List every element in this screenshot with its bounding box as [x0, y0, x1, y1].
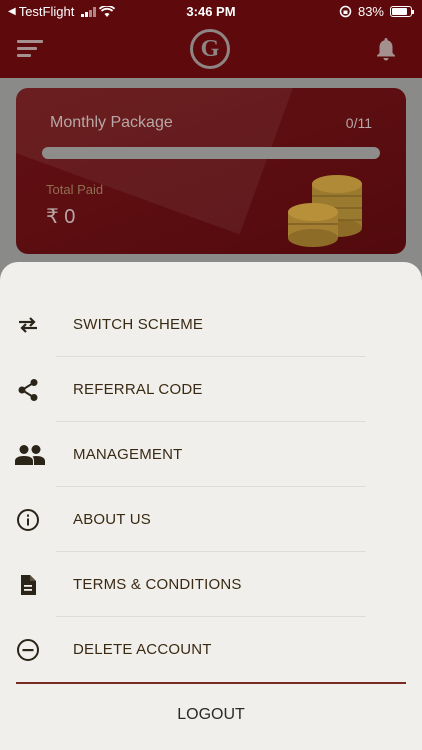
menu-item-switch-scheme[interactable]: SWITCH SCHEME	[0, 292, 422, 357]
people-icon	[14, 442, 46, 468]
battery-percent: 83%	[357, 4, 384, 19]
logo-letter: G	[200, 35, 220, 62]
menu-item-label: TERMS & CONDITIONS	[73, 576, 242, 593]
share-icon	[15, 377, 41, 403]
menu-sheet: SWITCH SCHEME REFERRAL CODE MANAGEMENT A…	[0, 262, 422, 750]
package-progress-bar	[42, 147, 380, 159]
menu-item-label: DELETE ACCOUNT	[73, 641, 212, 658]
info-icon	[15, 507, 41, 533]
total-paid-label: Total Paid	[46, 182, 104, 197]
status-bar: ◀ TestFlight 3:46 PM 83%	[0, 0, 422, 24]
menu-item-label: MANAGEMENT	[73, 446, 183, 463]
app-header: G	[0, 24, 422, 78]
logout-separator	[16, 682, 406, 684]
menu-item-label: SWITCH SCHEME	[73, 316, 204, 333]
orientation-lock-icon	[339, 5, 352, 18]
monthly-package-card[interactable]: Monthly Package 0/11 Total Paid ₹ 0	[16, 88, 406, 254]
app-logo: G	[190, 29, 230, 69]
menu-item-label: ABOUT US	[73, 511, 152, 528]
menu-item-label: REFERRAL CODE	[73, 381, 203, 398]
menu-icon[interactable]	[17, 40, 43, 60]
minus-circle-icon	[15, 637, 41, 663]
menu-item-delete-account[interactable]: DELETE ACCOUNT	[0, 617, 422, 682]
total-paid-amount: ₹ 0	[46, 206, 76, 228]
swap-icon	[15, 312, 41, 338]
menu-item-referral-code[interactable]: REFERRAL CODE	[0, 357, 422, 422]
menu-item-management[interactable]: MANAGEMENT	[0, 422, 422, 487]
bell-icon[interactable]	[374, 36, 398, 62]
menu-item-terms-conditions[interactable]: TERMS & CONDITIONS	[0, 552, 422, 617]
coins-icon	[288, 175, 362, 247]
status-right: 83%	[339, 4, 414, 19]
installment-count: 0/11	[345, 115, 372, 131]
document-icon	[15, 572, 41, 598]
menu-item-about-us[interactable]: ABOUT US	[0, 487, 422, 552]
battery-fill	[392, 8, 407, 15]
package-title: Monthly Package	[50, 114, 173, 131]
battery-icon	[390, 6, 414, 17]
logout-button[interactable]: LOGOUT	[0, 692, 422, 738]
